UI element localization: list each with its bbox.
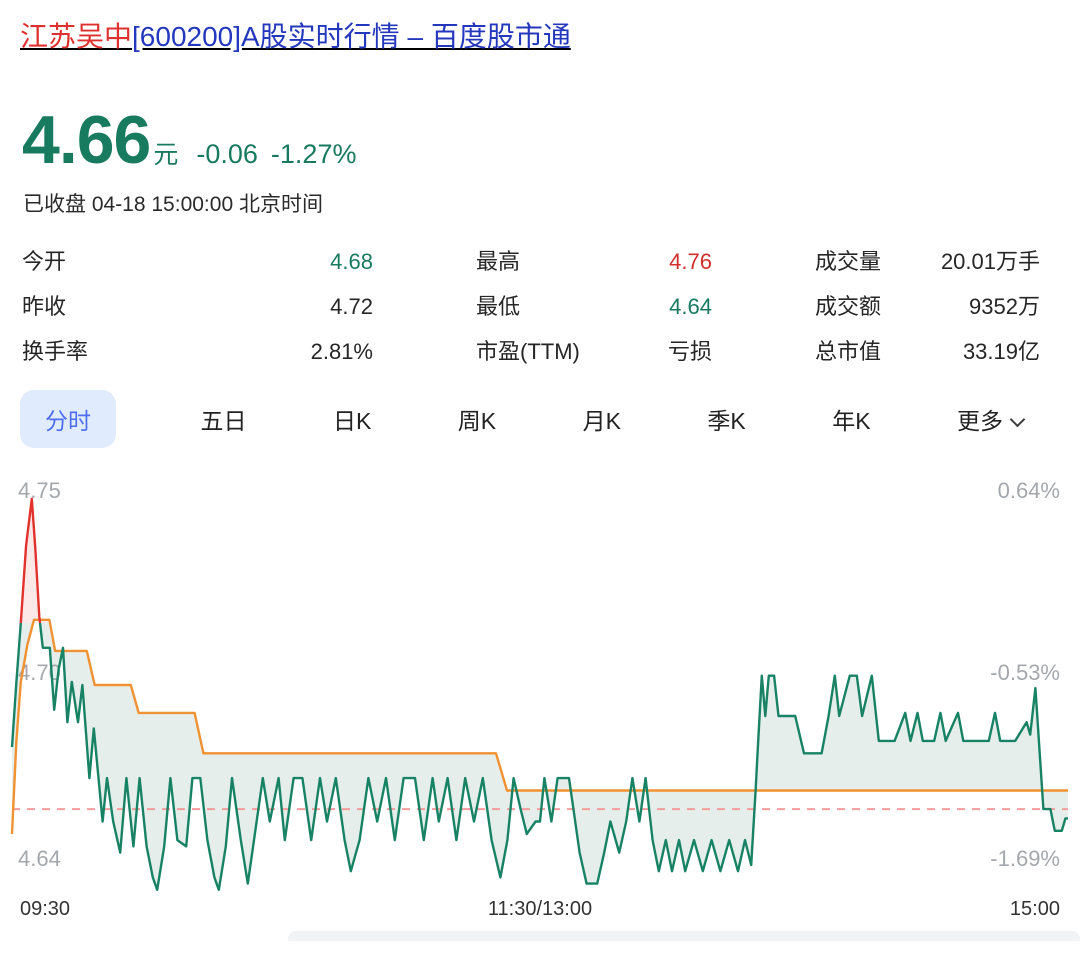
stat-turnover-rate: 换手率 2.81% bbox=[22, 338, 373, 366]
stat-volume: 成交量 20.01万手 bbox=[815, 248, 1040, 276]
price-change: -0.06 bbox=[196, 139, 258, 170]
quote-header: 4.66 元 -0.06 -1.27% bbox=[22, 106, 1080, 174]
chevron-down-icon bbox=[1010, 412, 1026, 428]
tab-weekly-k[interactable]: 周K bbox=[456, 390, 498, 448]
stat-high: 最高 4.76 bbox=[476, 248, 712, 276]
stat-turnover-amount: 成交额 9352万 bbox=[815, 293, 1040, 321]
stats-grid: 今开 4.68 最高 4.76 成交量 20.01万手 昨收 4.72 最低 4… bbox=[22, 248, 1040, 366]
intraday-chart-svg[interactable] bbox=[0, 468, 1080, 908]
tab-five-day[interactable]: 五日 bbox=[198, 390, 248, 448]
tab-more[interactable]: 更多 bbox=[955, 390, 1025, 448]
stock-name: 江苏吴中 bbox=[20, 21, 132, 52]
tab-yearly-k[interactable]: 年K bbox=[830, 390, 872, 448]
tab-quarterly-k[interactable]: 季K bbox=[705, 390, 747, 448]
stat-today-open: 今开 4.68 bbox=[22, 248, 373, 276]
page-title-rest: [600200]A股实时行情 – 百度股市通 bbox=[132, 21, 571, 52]
tab-daily-k[interactable]: 日K bbox=[331, 390, 373, 448]
price-change-percent: -1.27% bbox=[271, 139, 357, 170]
tab-minute[interactable]: 分时 bbox=[20, 390, 116, 448]
intraday-chart[interactable]: 4.75 4.70 4.64 0.64% -0.53% -1.69% bbox=[0, 468, 1080, 908]
next-card-top-edge bbox=[288, 931, 1080, 941]
page-title-link[interactable]: 江苏吴中[600200]A股实时行情 – 百度股市通 bbox=[20, 18, 1060, 56]
stat-low: 最低 4.64 bbox=[476, 293, 712, 321]
stat-pe-ttm: 市盈(TTM) 亏损 bbox=[476, 338, 712, 366]
market-status-line: 已收盘 04-18 15:00:00 北京时间 bbox=[23, 188, 1080, 218]
price-unit: 元 bbox=[153, 135, 178, 171]
tab-monthly-k[interactable]: 月K bbox=[581, 390, 623, 448]
period-tabs: 分时 五日 日K 周K 月K 季K 年K 更多 bbox=[20, 392, 1025, 446]
current-price: 4.66 bbox=[22, 106, 150, 174]
stat-prev-close: 昨收 4.72 bbox=[22, 293, 373, 321]
stat-market-cap: 总市值 33.19亿 bbox=[815, 338, 1040, 366]
